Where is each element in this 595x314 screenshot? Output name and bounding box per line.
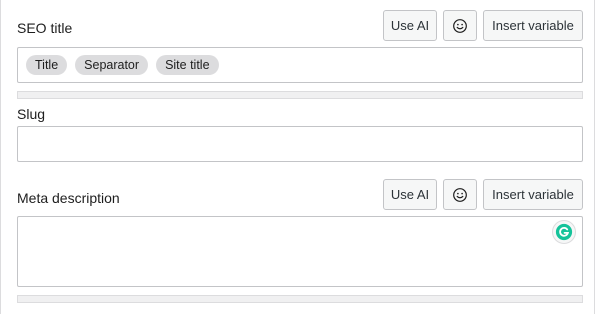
meta-description-input[interactable] bbox=[17, 216, 583, 287]
token-separator[interactable]: Separator bbox=[75, 55, 149, 75]
seo-title-token-list: Title Separator Site title bbox=[18, 48, 582, 82]
meta-description-length-progress bbox=[17, 295, 583, 303]
seo-title-insert-variable-button[interactable]: Insert variable bbox=[483, 10, 583, 41]
panel-left-border bbox=[0, 0, 1, 314]
seo-title-field: SEO title Use AI Insert variable Title S… bbox=[17, 0, 583, 100]
slug-label: Slug bbox=[17, 106, 46, 122]
token-title[interactable]: Title bbox=[26, 55, 68, 75]
seo-title-length-progress bbox=[17, 91, 583, 99]
meta-description-use-ai-button[interactable]: Use AI bbox=[383, 179, 437, 210]
smiley-face-icon bbox=[453, 18, 467, 33]
meta-description-label: Meta description bbox=[17, 190, 120, 206]
meta-description-insert-variable-button[interactable]: Insert variable bbox=[483, 179, 583, 210]
slug-input[interactable] bbox=[17, 126, 583, 162]
meta-description-emoji-button[interactable] bbox=[443, 179, 477, 210]
token-site-title[interactable]: Site title bbox=[156, 55, 219, 75]
smiley-face-icon bbox=[453, 187, 467, 202]
grammarly-icon[interactable] bbox=[552, 220, 576, 244]
meta-description-field: Meta description Use AI Insert variable bbox=[17, 170, 583, 310]
seo-title-emoji-button[interactable] bbox=[443, 10, 477, 41]
slug-field: Slug bbox=[17, 100, 583, 164]
seo-title-input[interactable]: Title Separator Site title bbox=[17, 47, 583, 83]
seo-title-use-ai-button[interactable]: Use AI bbox=[383, 10, 437, 41]
seo-title-label: SEO title bbox=[17, 20, 73, 36]
